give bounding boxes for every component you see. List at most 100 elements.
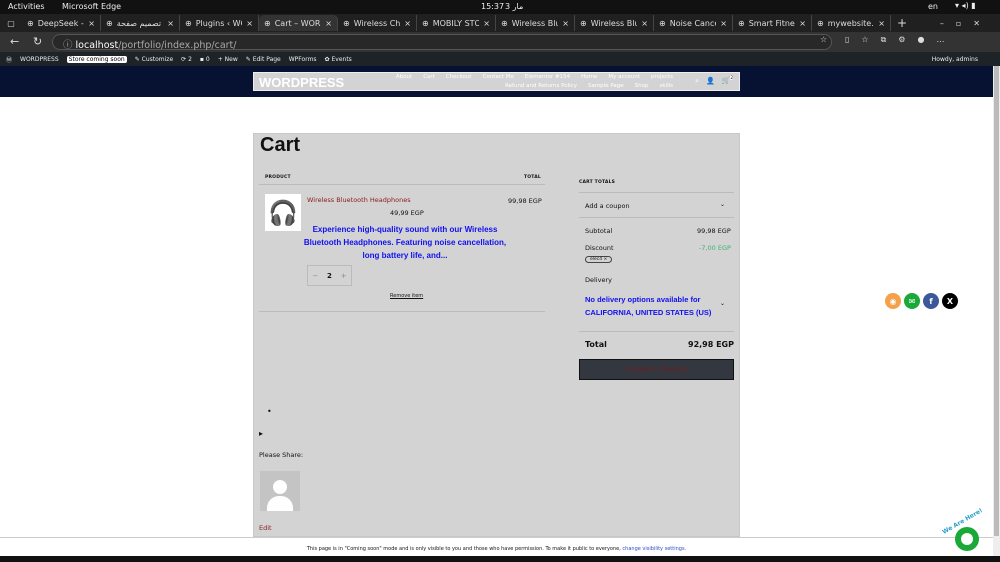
- list-bullet: •: [267, 407, 272, 416]
- address-input[interactable]: ⓘ localhost/portfolio/index.php/cart/: [52, 34, 832, 51]
- close-tab-icon[interactable]: ×: [404, 19, 411, 28]
- events-link[interactable]: ✿ Events: [325, 56, 352, 63]
- nav-item[interactable]: My account: [608, 74, 640, 80]
- system-bar: Activities Microsoft Edge 15:37 3 مار en…: [0, 0, 1000, 14]
- add-coupon-toggle[interactable]: Add a coupon: [585, 202, 630, 210]
- nav-item[interactable]: projects: [651, 74, 673, 80]
- wp-admin-bar: Ⓦ WORDPRESS Store coming soon ✎ Customiz…: [0, 52, 1000, 66]
- customize-link[interactable]: ✎ Customize: [135, 56, 173, 63]
- close-tab-icon[interactable]: ×: [799, 19, 806, 28]
- delivery-message: No delivery options available for CALIFO…: [585, 295, 712, 317]
- close-tab-icon[interactable]: ×: [325, 19, 332, 28]
- comments-link[interactable]: ▪ 0: [200, 56, 210, 63]
- total-value: 92,98 EGP: [688, 340, 734, 349]
- qty-plus-button[interactable]: +: [341, 272, 347, 280]
- tab-actions-icon[interactable]: ▢: [0, 19, 22, 28]
- browser-tab[interactable]: ⊕ تصميم صفحة ×: [101, 15, 180, 31]
- avatar: [260, 471, 300, 511]
- browser-tab[interactable]: ⊕DeepSeek - In×: [22, 15, 101, 31]
- browser-tab[interactable]: ⊕Wireless Char×: [338, 15, 417, 31]
- favorite-icon[interactable]: ☆: [820, 35, 827, 44]
- activities-button[interactable]: Activities: [8, 2, 45, 11]
- search-icon[interactable]: ⌕: [695, 77, 699, 86]
- close-tab-icon[interactable]: ×: [88, 19, 95, 28]
- site-logo[interactable]: WORDPRESS: [259, 75, 344, 90]
- share-label: Please Share:: [259, 451, 304, 459]
- new-link[interactable]: + New: [218, 56, 238, 63]
- globe-icon: ⊕: [27, 18, 34, 28]
- disclosure-arrow[interactable]: ▸: [259, 429, 263, 438]
- store-status-badge[interactable]: Store coming soon: [66, 55, 127, 63]
- close-tab-icon[interactable]: ×: [246, 19, 253, 28]
- quantity-stepper: − 2 +: [307, 265, 352, 286]
- delivery-chevron-icon[interactable]: ⌄: [720, 300, 725, 307]
- chevron-down-icon[interactable]: ⌄: [720, 201, 725, 208]
- browser-tab[interactable]: ⊕Cart – WORD×: [259, 15, 338, 31]
- account-icon[interactable]: 👤: [706, 77, 715, 85]
- back-icon[interactable]: ←: [10, 35, 19, 48]
- close-tab-icon[interactable]: ×: [878, 19, 885, 28]
- browser-tab[interactable]: ⊕Wireless Blue×: [496, 15, 575, 31]
- wp-logo-icon[interactable]: Ⓦ: [6, 55, 12, 64]
- wifi-icon[interactable]: ▾ ◂) ▮: [955, 1, 976, 10]
- admin-site-link[interactable]: WORDPRESS: [20, 56, 59, 63]
- follow-icon[interactable]: ✉: [904, 293, 920, 309]
- clock[interactable]: 15:37: [481, 2, 504, 11]
- globe-icon: ⊕: [185, 18, 192, 28]
- total-label: Total: [585, 340, 607, 349]
- globe-icon: ⊕: [817, 18, 824, 28]
- subtotal-value: 99,98 EGP: [697, 227, 731, 235]
- close-tab-icon[interactable]: ×: [562, 19, 569, 28]
- browser-tab[interactable]: ⊕MOBILY STOR×: [417, 15, 496, 31]
- howdy-user[interactable]: Howdy, admins: [932, 56, 978, 63]
- nav-item[interactable]: Home: [581, 74, 597, 80]
- nav-item[interactable]: Contact Me: [483, 74, 514, 80]
- browser-tab[interactable]: ⊕Plugins ‹ WOR×: [180, 15, 259, 31]
- nav-item[interactable]: Elementor #154: [525, 74, 570, 80]
- visibility-settings-link[interactable]: change visibility settings.: [622, 546, 686, 552]
- product-image[interactable]: 🎧: [265, 194, 301, 231]
- close-tab-icon[interactable]: ×: [483, 19, 490, 28]
- lang-indicator[interactable]: en: [928, 2, 938, 11]
- cart-icon[interactable]: 🛒2: [722, 75, 733, 84]
- nav-item[interactable]: About: [396, 74, 412, 80]
- new-tab-button[interactable]: +: [897, 16, 907, 30]
- window-controls[interactable]: –▫✕: [940, 19, 992, 28]
- cart-content: Cart PRODUCT TOTAL 🎧 Wireless Bluetooth …: [253, 133, 740, 537]
- nav-item[interactable]: Shop: [635, 83, 649, 89]
- reload-icon[interactable]: ↻: [33, 35, 42, 48]
- qty-minus-button[interactable]: −: [312, 272, 318, 280]
- product-name-link[interactable]: Wireless Bluetooth Headphones: [307, 196, 411, 204]
- browser-toolbar-icons[interactable]: ▯☆⧉⚙●…: [845, 35, 956, 45]
- nav-item[interactable]: Sample Page: [588, 83, 624, 89]
- nav-item[interactable]: skills: [659, 83, 673, 89]
- close-tab-icon[interactable]: ×: [720, 19, 727, 28]
- remove-item-link[interactable]: Remove item: [390, 293, 423, 299]
- edit-link[interactable]: Edit: [259, 524, 272, 532]
- browser-tab[interactable]: ⊕Noise Cancell×: [654, 15, 733, 31]
- facebook-icon[interactable]: f: [923, 293, 939, 309]
- x-icon[interactable]: X: [942, 293, 958, 309]
- qty-input[interactable]: 2: [327, 272, 332, 280]
- globe-icon: ⊕: [422, 18, 429, 28]
- browser-tab[interactable]: ⊕Wireless Blue×: [575, 15, 654, 31]
- browser-tab[interactable]: ⊕Smart Fitness×: [733, 15, 812, 31]
- col-product: PRODUCT: [265, 175, 291, 180]
- edit-page-link[interactable]: ✎ Edit Page: [246, 56, 281, 63]
- coming-soon-notice: This page is in "Coming soon" mode and i…: [0, 537, 993, 556]
- nav-item[interactable]: Cart: [423, 74, 435, 80]
- line-total: 99,98 EGP: [508, 197, 542, 205]
- nav-item[interactable]: Refund and Returns Policy: [505, 83, 577, 89]
- nav-item[interactable]: Checkout: [446, 74, 472, 80]
- rss-icon[interactable]: ◉: [885, 293, 901, 309]
- proceed-to-checkout-button[interactable]: Proceed to Checkout: [579, 359, 734, 380]
- browser-tab[interactable]: ⊕mywebsite.co×: [812, 15, 891, 31]
- coupon-chip[interactable]: elec4 ×: [585, 256, 613, 263]
- close-tab-icon[interactable]: ×: [167, 19, 174, 28]
- close-tab-icon[interactable]: ×: [641, 19, 648, 28]
- scrollbar-thumb[interactable]: [994, 66, 999, 536]
- updates-link[interactable]: ⟳ 2: [181, 56, 192, 63]
- col-total: TOTAL: [524, 175, 541, 180]
- wpforms-link[interactable]: WPForms: [289, 56, 317, 63]
- chat-button[interactable]: [955, 527, 979, 551]
